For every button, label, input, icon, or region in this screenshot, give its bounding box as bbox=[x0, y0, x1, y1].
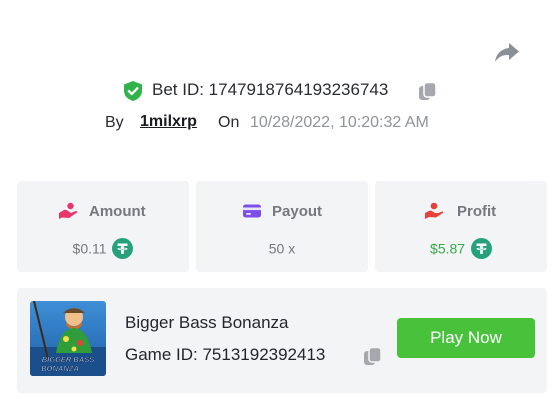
thumbnail-line1: BIGGER BASS bbox=[42, 355, 95, 364]
profit-title: Profit bbox=[457, 203, 497, 220]
card-icon bbox=[242, 201, 262, 221]
play-now-button[interactable]: Play Now bbox=[397, 318, 535, 358]
hand-money-icon bbox=[424, 201, 444, 221]
tether-icon bbox=[470, 237, 492, 259]
on-label: On bbox=[218, 114, 240, 131]
amount-card: Amount $0.11 bbox=[17, 181, 189, 272]
payout-title: Payout bbox=[272, 203, 323, 220]
by-label: By bbox=[105, 114, 124, 131]
amount-title: Amount bbox=[89, 203, 146, 220]
bet-author-row: By 1milxrp On 10/28/2022, 10:20:32 AM bbox=[0, 112, 560, 136]
profit-value-row: $5.87 bbox=[375, 236, 547, 259]
game-card: BIGGER BASS BONANZA Bigger Bass Bonanza … bbox=[17, 288, 547, 393]
game-thumbnail[interactable]: BIGGER BASS BONANZA bbox=[30, 301, 106, 376]
username-link[interactable]: 1milxrp bbox=[140, 113, 197, 131]
bet-id: Bet ID: 1747918764193236743 bbox=[152, 80, 389, 99]
payout-card: Payout 50 x bbox=[196, 181, 368, 272]
profit-card: Profit $5.87 bbox=[375, 181, 547, 272]
verified-shield-icon bbox=[122, 80, 144, 102]
payout-value-row: 50 x bbox=[196, 236, 368, 258]
profit-value: $5.87 bbox=[430, 240, 466, 257]
game-name: Bigger Bass Bonanza bbox=[125, 313, 289, 332]
bet-id-row: Bet ID: 1747918764193236743 bbox=[0, 78, 560, 104]
amount-value-row: $0.11 bbox=[17, 236, 189, 259]
bet-timestamp: 10/28/2022, 10:20:32 AM bbox=[250, 114, 429, 131]
tether-icon bbox=[112, 237, 134, 259]
payout-value: 50 x bbox=[268, 240, 296, 257]
thumbnail-line2: BONANZA bbox=[41, 364, 79, 373]
copy-icon[interactable] bbox=[362, 346, 383, 367]
coins-hand-icon bbox=[58, 201, 78, 221]
copy-icon[interactable] bbox=[417, 81, 438, 102]
amount-value: $0.11 bbox=[72, 240, 107, 257]
game-id: Game ID: 7513192392413 bbox=[125, 345, 326, 364]
share-icon[interactable] bbox=[493, 40, 521, 66]
